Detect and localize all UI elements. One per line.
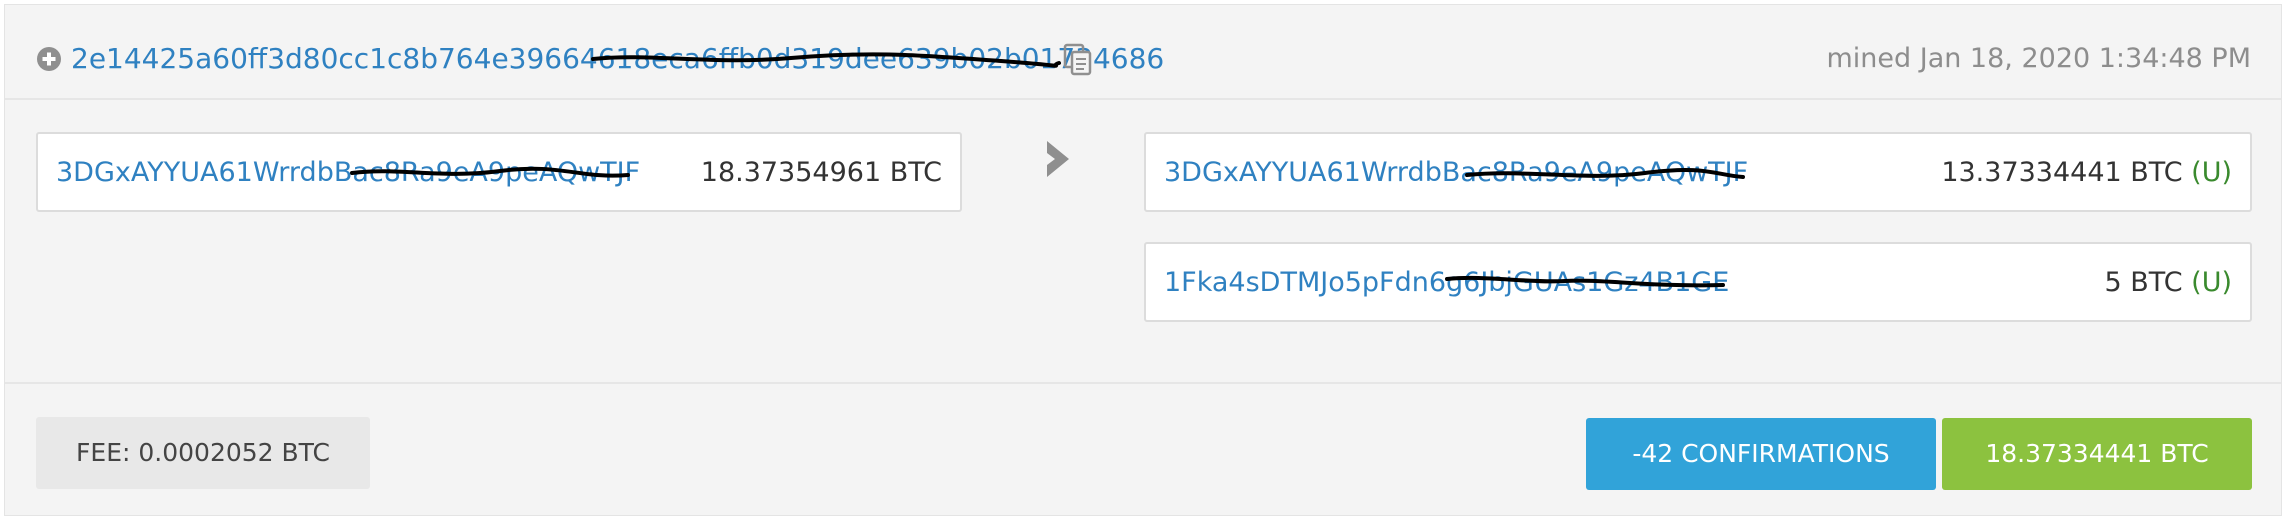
unspent-status: (U) [2191, 157, 2232, 188]
output-amount: 5 BTC (U) [2105, 264, 2232, 302]
input-amount: 18.37354961 BTC [700, 157, 942, 188]
plus-circle-icon[interactable] [36, 46, 62, 72]
unspent-status: (U) [2191, 267, 2232, 298]
confirmations-button[interactable]: -42 CONFIRMATIONS [1586, 418, 1936, 490]
fee-badge: FEE: 0.0002052 BTC [36, 417, 370, 489]
chevron-right-icon [1041, 137, 1075, 181]
input-address-link[interactable]: 3DGxAYYUA61WrrdbBac8Ra9eA9peAQwTJF [56, 154, 640, 192]
output-address-link[interactable]: 3DGxAYYUA61WrrdbBac8Ra9eA9peAQwTJF [1164, 154, 1748, 192]
output-amount-value: 5 BTC [2104, 267, 2183, 298]
total-amount-button[interactable]: 18.37334441 BTC [1942, 418, 2252, 490]
output-row: 1Fka4sDTMJo5pFdn6g6JbjGUAs1Gz4B1GE 5 BTC… [1144, 242, 2252, 322]
copy-icon[interactable] [1063, 43, 1093, 77]
output-row: 3DGxAYYUA61WrrdbBac8Ra9eA9peAQwTJF 13.37… [1144, 132, 2252, 212]
output-amount: 13.37334441 BTC (U) [1941, 154, 2232, 192]
output-address-link[interactable]: 1Fka4sDTMJo5pFdn6g6JbjGUAs1Gz4B1GE [1164, 264, 1729, 302]
transaction-footer: FEE: 0.0002052 BTC -42 CONFIRMATIONS 18.… [5, 382, 2281, 517]
transaction-header: 2e14425a60ff3d80cc1c8b764e39664618eca6ff… [5, 5, 2281, 100]
transaction-card: 2e14425a60ff3d80cc1c8b764e39664618eca6ff… [4, 4, 2282, 516]
output-amount-value: 13.37334441 BTC [1941, 157, 2183, 188]
transaction-hash-link[interactable]: 2e14425a60ff3d80cc1c8b764e39664618eca6ff… [71, 41, 1164, 77]
mined-timestamp: mined Jan 18, 2020 1:34:48 PM [1826, 43, 2251, 74]
input-row: 3DGxAYYUA61WrrdbBac8Ra9eA9peAQwTJF 18.37… [36, 132, 962, 212]
